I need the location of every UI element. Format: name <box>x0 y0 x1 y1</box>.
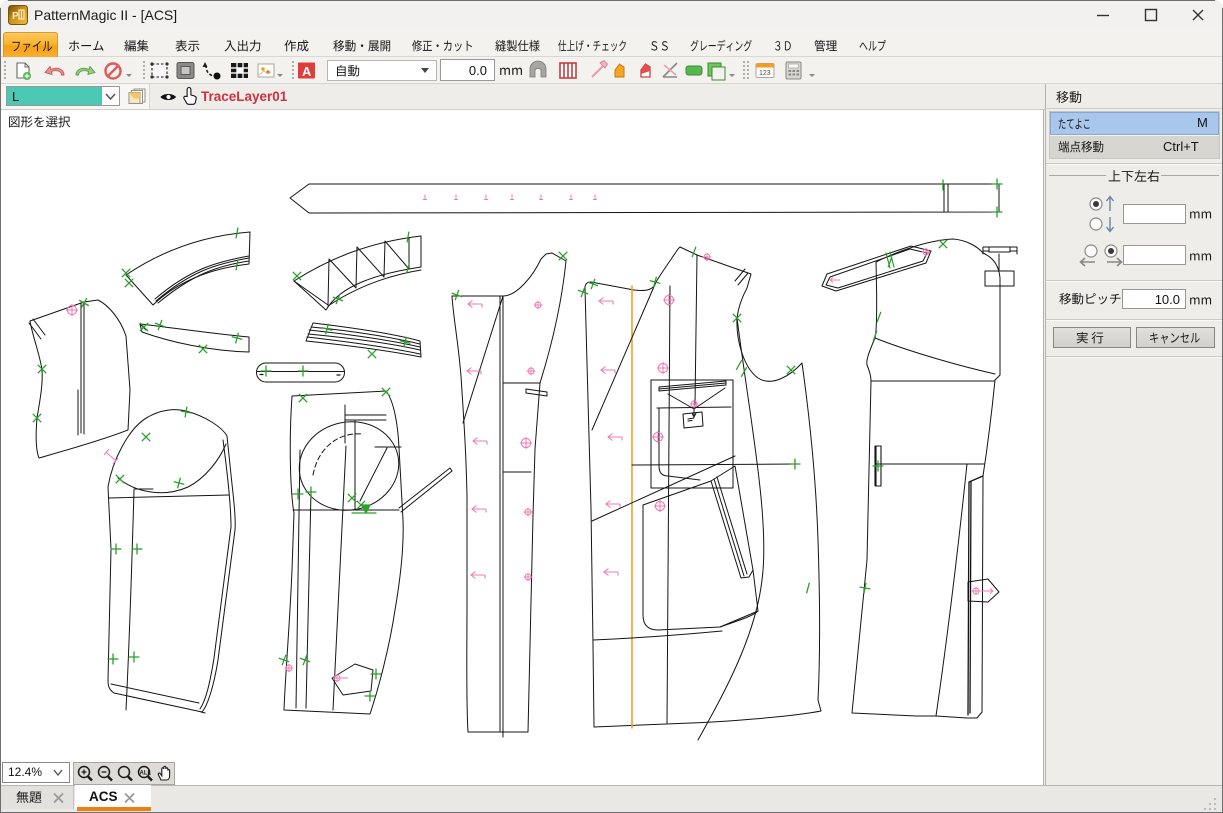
svg-text:P: P <box>12 11 19 22</box>
svg-text:A: A <box>302 64 312 79</box>
svg-text:123: 123 <box>759 70 771 77</box>
